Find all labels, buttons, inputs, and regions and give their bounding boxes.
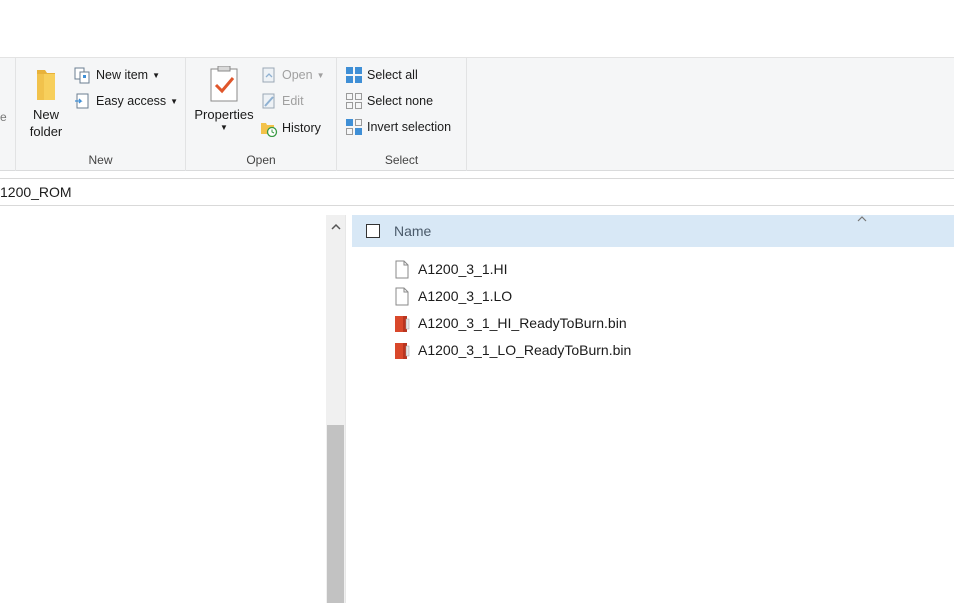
properties-icon [209,65,239,102]
edit-label: Edit [282,94,304,108]
ribbon: e New folder New item ▼ Easy access ▼ Ne… [0,58,954,171]
chevron-down-icon: ▼ [220,123,228,132]
ribbon-group-new: New folder New item ▼ Easy access ▼ New [15,58,186,171]
open-button[interactable]: Open ▼ [260,64,325,86]
sort-ascending-icon [857,211,867,225]
file-row[interactable]: A1200_3_1.LO [393,285,512,307]
select-all-icon [345,66,363,84]
edit-icon [260,92,278,110]
file-row[interactable]: A1200_3_1_HI_ReadyToBurn.bin [393,312,627,334]
generic-file-icon [393,260,410,279]
new-item-icon [74,66,92,84]
file-name: A1200_3_1.LO [418,288,513,304]
select-all-button[interactable]: Select all [345,64,418,86]
ribbon-group-label-open: Open [246,153,276,167]
invert-selection-button[interactable]: Invert selection [345,116,451,138]
folder-icon [31,66,61,102]
new-item-button[interactable]: New item ▼ [74,64,160,86]
address-path: 1200_ROM [0,184,72,200]
column-header-name[interactable]: Name [394,223,431,239]
file-name: A1200_3_1_LO_ReadyToBurn.bin [418,342,632,358]
history-icon [260,119,278,137]
file-name: A1200_3_1_HI_ReadyToBurn.bin [418,315,627,331]
address-bar[interactable]: 1200_ROM [0,178,954,206]
bin-file-icon [393,314,410,333]
select-none-button[interactable]: Select none [345,90,433,112]
easy-access-label: Easy access [96,94,167,108]
pane-divider [345,215,346,603]
chevron-down-icon: ▼ [170,96,179,106]
file-row[interactable]: A1200_3_1_LO_ReadyToBurn.bin [393,339,631,361]
scroll-thumb[interactable] [327,425,344,603]
properties-label: Properties [194,107,254,122]
file-name: A1200_3_1.HI [418,261,508,277]
ribbon-group-label-new: New [88,153,113,167]
edit-button[interactable]: Edit [260,90,304,112]
ribbon-group-label-select: Select [384,153,419,167]
new-folder-label-2: folder [29,124,63,139]
select-all-checkbox[interactable] [366,224,380,238]
open-icon [260,66,278,84]
bin-file-icon [393,341,410,360]
ribbon-group-open: Properties ▼ Open ▼ Edit History Open [186,58,337,171]
select-all-label: Select all [367,68,418,82]
chevron-down-icon: ▼ [152,70,161,80]
ribbon-cut-label: e [0,110,7,124]
easy-access-button[interactable]: Easy access ▼ [74,90,178,112]
nav-scrollbar[interactable] [326,215,345,603]
properties-button[interactable]: Properties ▼ [192,65,256,133]
new-folder-button[interactable]: New folder [24,66,68,140]
new-folder-label-1: New [32,107,59,122]
invert-selection-icon [345,118,363,136]
ribbon-group-select: Select all Select none Invert selection … [337,58,467,171]
open-label: Open [282,68,313,82]
window-title-area [0,0,954,58]
generic-file-icon [393,287,410,306]
navigation-pane[interactable] [0,215,326,603]
new-item-label: New item [96,68,149,82]
file-row[interactable]: A1200_3_1.HI [393,258,508,280]
scroll-up-arrow-icon[interactable] [326,215,345,237]
select-none-label: Select none [367,94,434,108]
easy-access-icon [74,92,92,110]
column-header-row: Name [352,215,954,247]
chevron-down-icon: ▼ [316,70,325,80]
invert-selection-label: Invert selection [367,120,452,134]
history-label: History [282,121,321,135]
history-button[interactable]: History [260,117,321,139]
select-none-icon [345,92,363,110]
